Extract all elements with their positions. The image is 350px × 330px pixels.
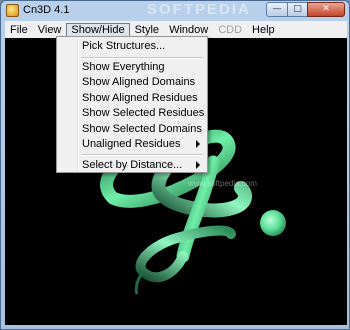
menu-item-label: Show Aligned Domains — [82, 76, 196, 88]
menu-item-pick-structures[interactable]: Pick Structures... — [58, 39, 206, 54]
submenu-arrow-icon — [196, 140, 200, 148]
menu-file[interactable]: File — [5, 23, 33, 37]
softpedia-url-watermark: www.softpedia.com — [188, 179, 257, 188]
menu-item-label: Show Aligned Residues — [82, 92, 198, 104]
softpedia-watermark: SOFTPEDIA — [147, 1, 251, 18]
menu-item-label: Pick Structures... — [82, 40, 166, 52]
cn3d-app-icon[interactable] — [6, 4, 19, 17]
menu-item-show-selected-residues[interactable]: Show Selected Residues — [58, 106, 206, 121]
menu-item-label: Show Selected Residues — [82, 107, 205, 119]
caption-buttons: — □ ✕ — [266, 2, 345, 17]
menu-item-label: Unaligned Residues — [82, 138, 181, 150]
menu-item-label: Show Everything — [82, 61, 165, 73]
menu-separator — [81, 154, 203, 156]
title-bar[interactable]: Cn3D 4.1 SOFTPEDIA — □ ✕ — [1, 1, 349, 20]
menu-separator — [81, 57, 203, 59]
menu-window[interactable]: Window — [164, 23, 213, 37]
menu-cdd: CDD — [218, 23, 243, 36]
menu-help[interactable]: Help — [247, 23, 280, 37]
menu-item-show-aligned-residues[interactable]: Show Aligned Residues — [58, 91, 206, 106]
menu-style[interactable]: Style — [130, 23, 164, 37]
menu-item-unaligned-residues[interactable]: Unaligned Residues — [58, 137, 206, 152]
close-button[interactable]: ✕ — [307, 2, 345, 17]
menu-item-label: Select by Distance... — [82, 159, 183, 171]
menu-item-label: Show Selected Domains — [82, 123, 202, 135]
maximize-button[interactable]: □ — [287, 2, 308, 17]
window-title: Cn3D 4.1 — [23, 4, 70, 16]
menu-item-show-aligned-domains[interactable]: Show Aligned Domains — [58, 75, 206, 90]
menu-item-select-by-distance[interactable]: Select by Distance... — [58, 158, 206, 173]
menu-item-show-everything[interactable]: Show Everything — [58, 60, 206, 75]
show-hide-menu: Pick Structures... Show Everything Show … — [56, 36, 208, 173]
app-window: Cn3D 4.1 SOFTPEDIA — □ ✕ File View Show/… — [0, 0, 350, 330]
menu-show-hide[interactable]: Show/Hide — [66, 22, 130, 37]
menu-item-show-selected-domains[interactable]: Show Selected Domains — [58, 122, 206, 137]
minimize-button[interactable]: — — [266, 2, 288, 17]
menu-view[interactable]: View — [33, 23, 67, 37]
submenu-arrow-icon — [196, 161, 200, 169]
